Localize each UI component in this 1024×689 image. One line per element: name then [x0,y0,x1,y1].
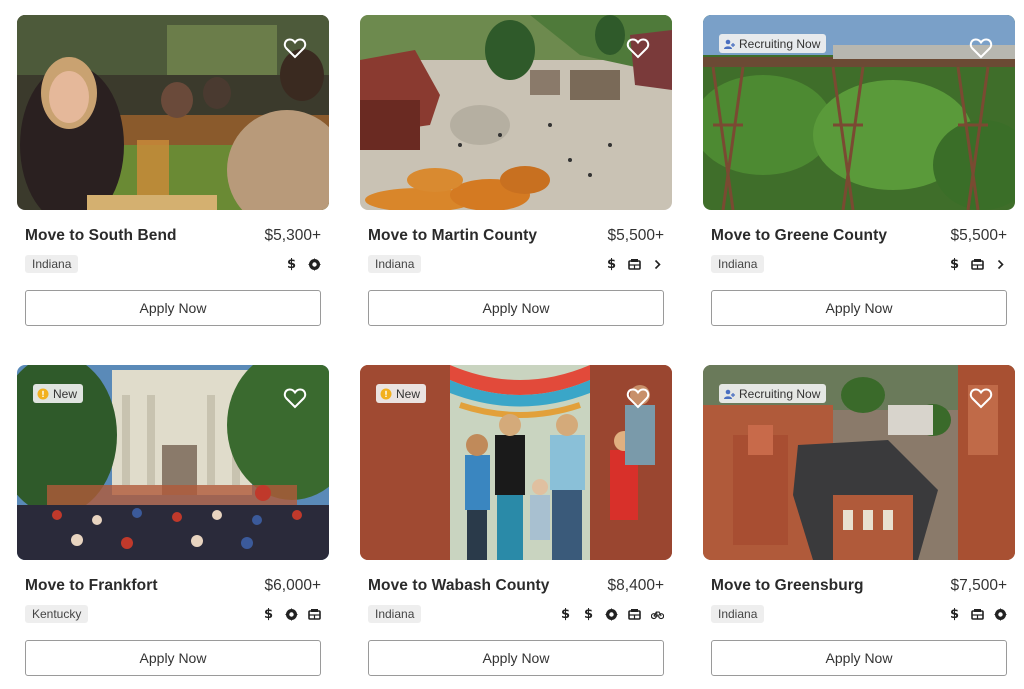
listing-title[interactable]: Move to Wabash County [368,577,550,595]
listing-title[interactable]: Move to Greensburg [711,577,864,595]
status-badge-label: New [53,386,78,401]
state-tag: Indiana [368,605,422,623]
favorite-heart-icon[interactable] [283,37,307,59]
status-badge: New [33,384,84,403]
listing-price: $7,500+ [950,577,1007,594]
favorite-heart-icon[interactable] [283,387,307,409]
perk-icons: $ $ [559,606,664,622]
dollar-icon: $ [949,606,960,622]
status-badge: New [376,384,427,403]
badge-icon [605,607,618,621]
badge-icon [285,607,298,621]
state-tag: Indiana [25,255,79,273]
listing-price: $8,400+ [607,577,664,594]
badge-icon [994,607,1007,621]
status-badge: Recruiting Now [719,384,827,403]
listing-card[interactable]: Recruiting Now Move to Greene County $5,… [703,15,1015,326]
favorite-heart-icon[interactable] [969,37,993,59]
dollar-icon: $ [286,256,297,272]
listing-title[interactable]: Move to Frankfort [25,577,158,595]
state-tag: Kentucky [25,605,89,623]
ticket-icon [308,608,321,621]
ticket-icon [971,608,984,621]
listing-price: $5,500+ [950,227,1007,244]
perk-icons: $ [262,606,321,622]
favorite-heart-icon[interactable] [969,387,993,409]
listing-photo[interactable]: Recruiting Now [703,15,1015,210]
listing-card[interactable]: New Move to Frankfort $6,000+ Kentucky $… [17,365,329,676]
apply-now-button[interactable]: Apply Now [25,640,321,676]
dollar-icon: $ [606,256,617,272]
apply-now-button[interactable]: Apply Now [711,290,1007,326]
listing-photo[interactable]: New [360,365,672,560]
state-tag: Indiana [711,605,765,623]
user-plus-icon [724,389,735,399]
listing-photo[interactable]: Recruiting Now [703,365,1015,560]
apply-now-button[interactable]: Apply Now [368,640,664,676]
listing-price: $5,500+ [607,227,664,244]
listing-title[interactable]: Move to South Bend [25,227,177,245]
apply-now-button[interactable]: Apply Now [711,640,1007,676]
chevron-right-icon[interactable] [994,258,1007,271]
perk-icons: $ [948,606,1007,622]
listing-card[interactable]: New Move to Wabash County $8,400+ Indian… [360,365,672,676]
listing-card[interactable]: Move to Martin County $5,500+ Indiana $ … [360,15,672,326]
favorite-heart-icon[interactable] [626,387,650,409]
listing-card[interactable]: Move to South Bend $5,300+ Indiana $ App… [17,15,329,326]
perk-icons: $ [948,258,1007,271]
dollar-icon: $ [583,606,594,622]
favorite-heart-icon[interactable] [626,37,650,59]
listing-grid: Move to South Bend $5,300+ Indiana $ App… [0,0,1024,689]
listing-photo[interactable] [360,15,672,210]
state-tag: Indiana [368,255,422,273]
status-badge-label: Recruiting Now [739,386,821,401]
status-badge: Recruiting Now [719,34,827,53]
dollar-icon: $ [560,606,571,622]
listing-title[interactable]: Move to Greene County [711,227,887,245]
ticket-icon [628,608,641,621]
apply-now-button[interactable]: Apply Now [368,290,664,326]
new-dot-icon [37,388,49,399]
listing-card[interactable]: Recruiting Now Move to Greensburg $7,500… [703,365,1015,676]
chevron-right-icon[interactable] [651,258,664,271]
listing-photo[interactable] [17,15,329,210]
listing-price: $5,300+ [264,227,321,244]
status-badge-label: Recruiting Now [739,36,821,51]
ticket-icon [628,258,641,271]
new-dot-icon [380,388,392,399]
ticket-icon [971,258,984,271]
user-plus-icon [724,39,735,49]
listing-price: $6,000+ [264,577,321,594]
dollar-icon: $ [263,606,274,622]
badge-icon [308,257,321,271]
perk-icons: $ [605,258,664,271]
status-badge-label: New [396,386,421,401]
bike-icon [651,608,664,621]
listing-title[interactable]: Move to Martin County [368,227,537,245]
apply-now-button[interactable]: Apply Now [25,290,321,326]
listing-photo[interactable]: New [17,365,329,560]
dollar-icon: $ [949,256,960,272]
perk-icons: $ [285,256,321,272]
state-tag: Indiana [711,255,765,273]
